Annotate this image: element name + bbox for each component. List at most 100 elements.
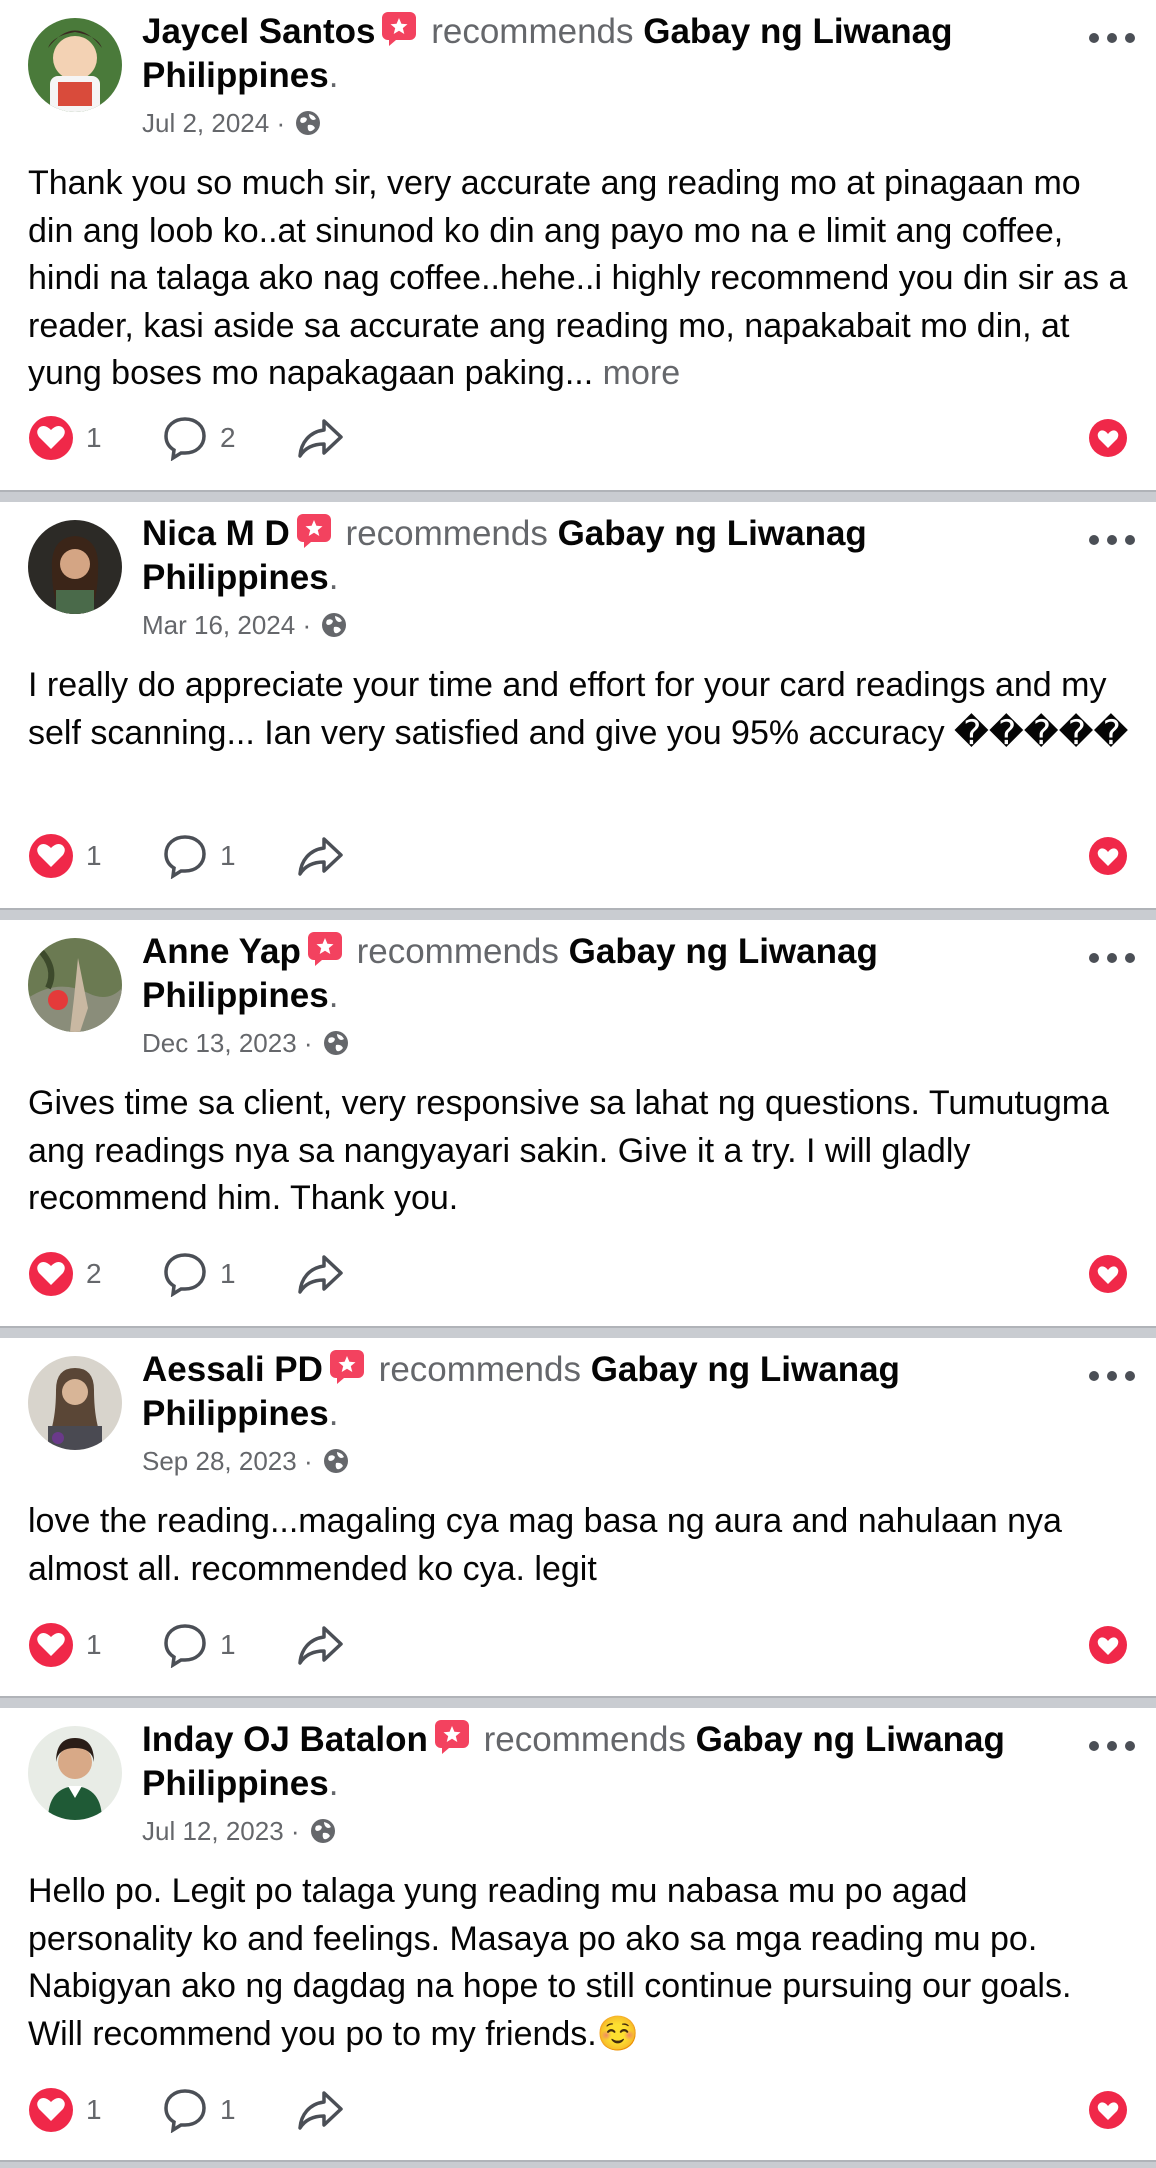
author-name[interactable]: Anne Yap <box>142 932 301 971</box>
recommend-button-icon[interactable] <box>1088 418 1128 458</box>
page-name[interactable]: Gabay ng Liwanag <box>591 1350 900 1389</box>
recommend-button-icon[interactable] <box>1088 1254 1128 1294</box>
post-date[interactable]: Dec 13, 2023 <box>142 1028 297 1058</box>
meta-separator: · <box>303 1446 313 1476</box>
page-name-line2[interactable]: Philippines <box>142 1394 329 1433</box>
review-body: love the reading...magaling cya mag basa… <box>28 1502 1062 1588</box>
recommend-badge-icon <box>329 1349 365 1385</box>
avatar[interactable] <box>28 1726 122 1820</box>
page-name-line2[interactable]: Philippines <box>142 558 329 597</box>
reaction-button[interactable]: 1 <box>28 2086 102 2134</box>
reaction-button[interactable]: 1 <box>28 1621 102 1669</box>
period: . <box>328 976 339 1015</box>
comment-button[interactable]: 2 <box>162 414 236 462</box>
post-header: Inday OJ Batalon recommends Gabay ng Liw… <box>142 1718 1046 1806</box>
comment-button[interactable]: 1 <box>162 1250 236 1298</box>
see-more-link[interactable]: more <box>603 354 680 392</box>
meta-separator: · <box>290 1816 300 1846</box>
post-meta: Jul 12, 2023 · <box>142 1814 337 1848</box>
reaction-button[interactable]: 1 <box>28 832 102 880</box>
more-options-icon[interactable] <box>1086 1736 1138 1756</box>
page-name-line2[interactable]: Philippines <box>142 976 329 1015</box>
post-date[interactable]: Jul 2, 2024 <box>142 108 269 138</box>
share-icon <box>296 833 344 879</box>
author-name[interactable]: Aessali PD <box>142 1350 323 1389</box>
reaction-count: 1 <box>86 422 102 453</box>
globe-icon <box>320 611 348 639</box>
page-name[interactable]: Gabay ng Liwanag <box>696 1720 1005 1759</box>
page-name[interactable]: Gabay ng Liwanag <box>569 932 878 971</box>
heart-icon <box>28 2087 74 2133</box>
reaction-count: 1 <box>86 840 102 871</box>
comment-count: 1 <box>220 2094 236 2125</box>
meta-separator: · <box>302 610 312 640</box>
post-divider <box>0 1696 1156 1708</box>
heart-icon <box>28 415 74 461</box>
more-options-icon[interactable] <box>1086 28 1138 48</box>
review-text: Gives time sa client, very responsive sa… <box>28 1080 1132 1223</box>
page-name[interactable]: Gabay ng Liwanag <box>643 12 952 51</box>
more-options-icon[interactable] <box>1086 530 1138 550</box>
comment-button[interactable]: 1 <box>162 832 236 880</box>
reaction-button[interactable]: 2 <box>28 1250 102 1298</box>
share-button[interactable] <box>296 414 344 462</box>
post-divider <box>0 490 1156 502</box>
share-button[interactable] <box>296 2086 344 2134</box>
comment-button[interactable]: 1 <box>162 1621 236 1669</box>
recommends-label: recommends <box>356 932 559 971</box>
recommend-button-icon[interactable] <box>1088 1625 1128 1665</box>
post-date[interactable]: Jul 12, 2023 <box>142 1816 284 1846</box>
heart-icon <box>28 1622 74 1668</box>
globe-icon <box>322 1029 350 1057</box>
comment-count: 1 <box>220 1258 236 1289</box>
review-post: Jaycel Santos recommends Gabay ng Liwana… <box>0 0 1156 490</box>
post-date[interactable]: Mar 16, 2024 <box>142 610 295 640</box>
comment-button[interactable]: 1 <box>162 2086 236 2134</box>
avatar[interactable] <box>28 1356 122 1450</box>
page-name-line2[interactable]: Philippines <box>142 56 329 95</box>
meta-separator: · <box>276 108 286 138</box>
more-options-icon[interactable] <box>1086 1366 1138 1386</box>
post-divider <box>0 2160 1156 2168</box>
share-button[interactable] <box>296 1621 344 1669</box>
share-icon <box>296 415 344 461</box>
review-body: I really do appreciate your time and eff… <box>28 666 1129 752</box>
recommend-button-icon[interactable] <box>1088 836 1128 876</box>
avatar[interactable] <box>28 18 122 112</box>
post-divider <box>0 908 1156 920</box>
share-icon <box>296 1622 344 1668</box>
post-header: Aessali PD recommends Gabay ng Liwanag P… <box>142 1348 1046 1436</box>
review-text: Thank you so much sir, very accurate ang… <box>28 160 1132 398</box>
avatar[interactable] <box>28 938 122 1032</box>
reaction-count: 2 <box>86 1258 102 1289</box>
recommend-badge-icon <box>296 513 332 549</box>
period: . <box>328 1764 339 1803</box>
post-date[interactable]: Sep 28, 2023 <box>142 1446 297 1476</box>
page-name-line2[interactable]: Philippines <box>142 1764 329 1803</box>
recommend-button-icon[interactable] <box>1088 2090 1128 2130</box>
comment-count: 2 <box>220 422 236 453</box>
author-name[interactable]: Inday OJ Batalon <box>142 1720 428 1759</box>
author-name[interactable]: Nica M D <box>142 514 290 553</box>
share-icon <box>296 1251 344 1297</box>
more-options-icon[interactable] <box>1086 948 1138 968</box>
post-meta: Mar 16, 2024 · <box>142 608 348 642</box>
reaction-count: 1 <box>86 2094 102 2125</box>
recommend-badge-icon <box>307 931 343 967</box>
globe-icon <box>322 1447 350 1475</box>
review-body: Hello po. Legit po talaga yung reading m… <box>28 1872 1072 2053</box>
review-post: Aessali PD recommends Gabay ng Liwanag P… <box>0 1338 1156 1696</box>
page-name[interactable]: Gabay ng Liwanag <box>558 514 867 553</box>
recommends-label: recommends <box>431 12 634 51</box>
comment-icon <box>162 1622 208 1668</box>
author-name[interactable]: Jaycel Santos <box>142 12 375 51</box>
avatar[interactable] <box>28 520 122 614</box>
review-post: Anne Yap recommends Gabay ng Liwanag Phi… <box>0 920 1156 1326</box>
share-button[interactable] <box>296 1250 344 1298</box>
comment-icon <box>162 1251 208 1297</box>
review-text: I really do appreciate your time and eff… <box>28 662 1132 757</box>
reaction-button[interactable]: 1 <box>28 414 102 462</box>
review-body: Gives time sa client, very responsive sa… <box>28 1084 1109 1217</box>
recommends-label: recommends <box>345 514 548 553</box>
share-button[interactable] <box>296 832 344 880</box>
